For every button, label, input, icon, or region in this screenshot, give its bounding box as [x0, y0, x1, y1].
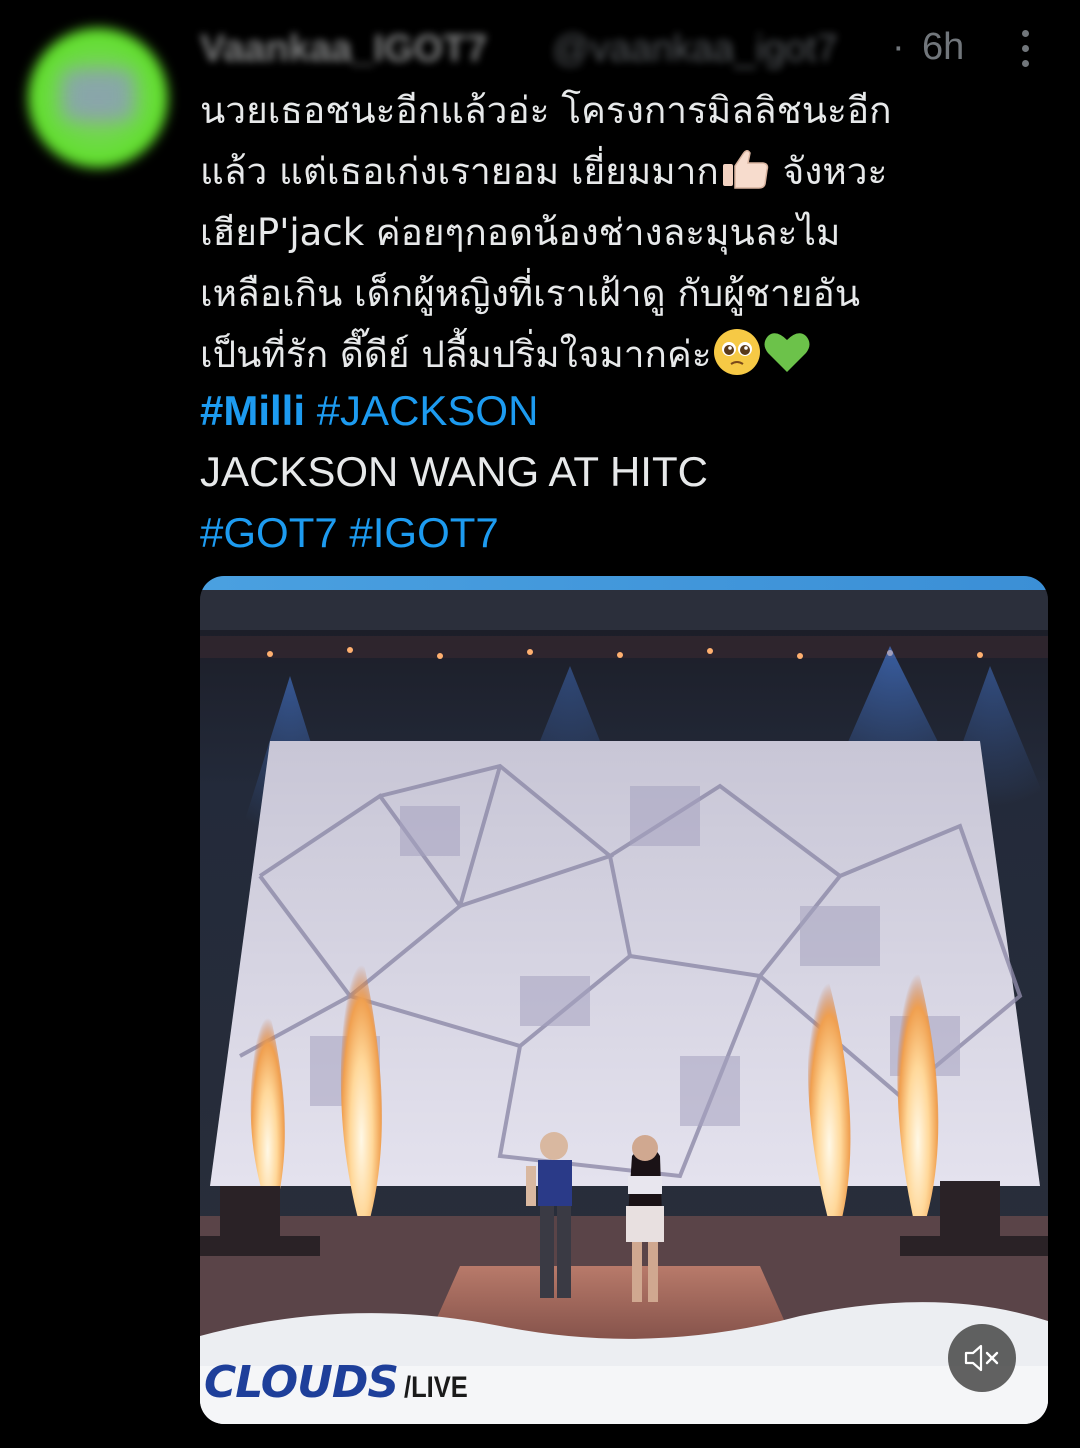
tweet-line-text: แล้ว แต่เธอเก่งเรายอม เยี่ยมมาก — [200, 150, 719, 193]
tweet-line: เป็นที่รัก ดี๊ดีย์ ปลื้มปริ่มใจมากค่ะ — [200, 324, 1050, 385]
tweet-line: เหลือเกิน เด็กผู้หญิงที่เราเฝ้าดู กับผู้… — [200, 272, 861, 315]
hashtag-milli[interactable]: #Milli — [200, 387, 305, 434]
tweet-body: นวยเธอชนะอีกแล้วอ่ะ โครงการมิลลิชนะอีก แ… — [200, 80, 1050, 385]
mute-button[interactable] — [948, 1324, 1016, 1392]
tweet-header: Vaankaa_IGOT7 @vaankaa_igot7 · 6h — [200, 18, 1060, 74]
author-display-name[interactable]: Vaankaa_IGOT7 — [200, 28, 487, 71]
more-options-icon[interactable] — [1008, 26, 1042, 70]
tweet-tags: #Milli #JACKSON JACKSON WANG AT HITC #GO… — [200, 380, 1050, 563]
brand-suffix: /LIVE — [404, 1371, 468, 1404]
hashtag-row: #GOT7 #IGOT7 — [200, 502, 1050, 563]
green-heart-icon — [764, 333, 810, 372]
header-separator: · — [892, 26, 905, 68]
brand-name: CLOUDS — [204, 1357, 399, 1408]
tweet-line: นวยเธอชนะอีกแล้วอ่ะ โครงการมิลลิชนะอีก — [200, 89, 892, 132]
hashtag-row: #Milli #JACKSON — [200, 380, 1050, 441]
tweet-line-text: เป็นที่รัก ดี๊ดีย์ ปลื้มปริ่มใจมากค่ะ — [200, 333, 712, 376]
thumbs-up-icon — [722, 150, 769, 189]
pleading-face-icon — [713, 329, 760, 375]
hashtag-jackson[interactable]: #JACKSON — [317, 387, 539, 434]
avatar-image — [62, 70, 134, 120]
speaker-muted-icon — [964, 1344, 999, 1372]
tweet-timestamp[interactable]: 6h — [922, 26, 964, 69]
tweet-line: แล้ว แต่เธอเก่งเรายอม เยี่ยมมาก จังหวะ — [200, 141, 1050, 202]
concert-video-frame — [200, 576, 1048, 1424]
clouds-live-logo: CLOUDS /LIVE — [204, 1357, 479, 1408]
hashtag-igot7[interactable]: #IGOT7 — [349, 509, 498, 556]
author-handle[interactable]: @vaankaa_igot7 — [552, 28, 838, 71]
hashtag-got7[interactable]: #GOT7 — [200, 509, 338, 556]
tweet-line: เฮียP'jack ค่อยๆกอดน้องช่างละมุนละไม — [200, 211, 841, 254]
video-player[interactable]: CLOUDS /LIVE — [200, 576, 1048, 1424]
title-line: JACKSON WANG AT HITC — [200, 448, 708, 495]
tweet-line-text: จังหวะ — [782, 150, 888, 193]
